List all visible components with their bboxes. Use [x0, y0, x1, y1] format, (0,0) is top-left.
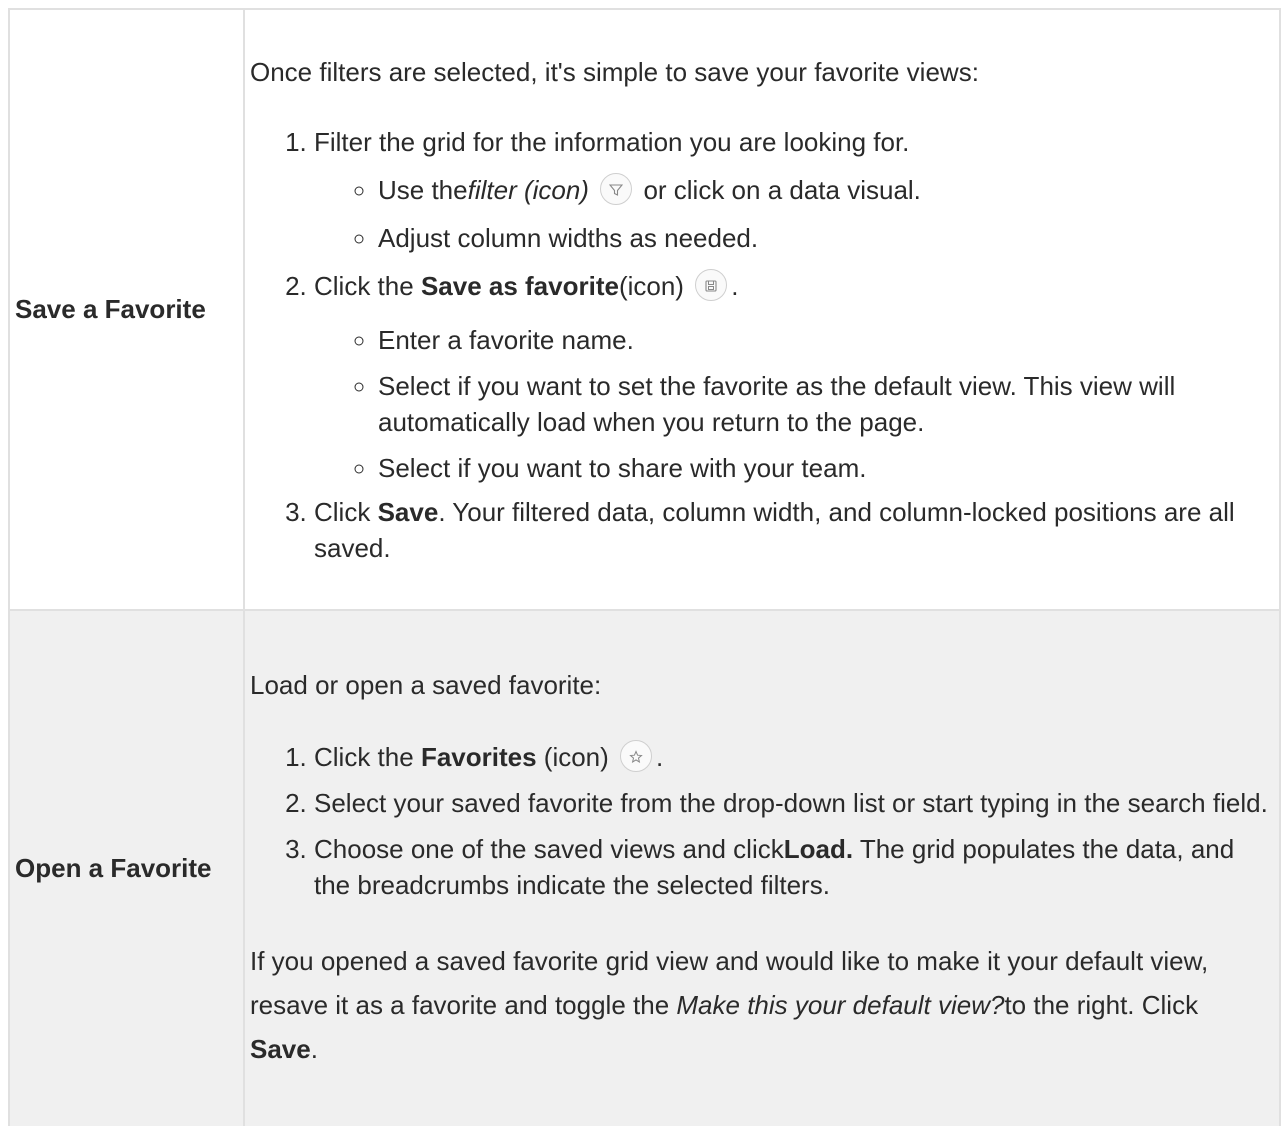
- step-text: (icon): [543, 741, 609, 772]
- step-text: (icon): [618, 270, 684, 301]
- list-item: Click the Favorites (icon) .: [314, 739, 1271, 775]
- step-text: Click the: [314, 270, 414, 301]
- step-text: .: [656, 741, 664, 772]
- list-item: Enter a favorite name.: [378, 322, 1271, 358]
- step-text: Click the: [314, 741, 414, 772]
- favorites-help-table: Save a Favorite Once filters are selecte…: [8, 8, 1281, 1126]
- filter-icon: [600, 172, 633, 205]
- table-row: Save a Favorite Once filters are selecte…: [8, 8, 1281, 611]
- row-label-open-favorite: Open a Favorite: [8, 609, 245, 1126]
- sub-steps-list: Enter a favorite name. Select if you wan…: [314, 322, 1271, 486]
- row-content-open-favorite: Load or open a saved favorite: Click the…: [243, 609, 1281, 1126]
- table-row: Open a Favorite Load or open a saved fav…: [8, 609, 1281, 1126]
- step-text: Click: [314, 496, 371, 527]
- list-item: Select your saved favorite from the drop…: [314, 785, 1271, 821]
- intro-text: Once filters are selected, it's simple t…: [250, 56, 979, 87]
- star-icon: [620, 739, 653, 772]
- outro-text-bold: Save: [250, 1033, 311, 1064]
- row-label-save-favorite: Save a Favorite: [8, 8, 245, 611]
- step-text-italic: filter (icon): [467, 174, 589, 205]
- step-text: .: [731, 270, 739, 301]
- step-text-bold: Load.: [783, 833, 854, 864]
- step-text: or click on a data visual.: [643, 174, 921, 205]
- list-item: Choose one of the saved views and clickL…: [314, 831, 1271, 903]
- list-item: Adjust column widths as needed.: [378, 220, 1271, 256]
- row-content-save-favorite: Once filters are selected, it's simple t…: [243, 8, 1281, 611]
- list-item: Use thefilter (icon) or click on a data …: [378, 172, 1271, 208]
- list-item: Select if you want to share with your te…: [378, 450, 1271, 486]
- outro-text-part: .: [310, 1033, 318, 1064]
- step-text-bold: Save: [377, 496, 439, 527]
- step-text: Filter the grid for the information you …: [314, 126, 910, 157]
- save-icon: [695, 268, 728, 301]
- list-item: Filter the grid for the information you …: [314, 124, 1271, 256]
- steps-list: Filter the grid for the information you …: [250, 124, 1271, 566]
- step-text: . Your filtered data, column width, and …: [314, 496, 1235, 563]
- sub-steps-list: Use thefilter (icon) or click on a data …: [314, 172, 1271, 256]
- step-text-bold: Favorites: [420, 741, 537, 772]
- step-text: Choose one of the saved views and click: [314, 833, 784, 864]
- step-text: Use the: [378, 174, 468, 205]
- list-item: Click the Save as favorite(icon) . Enter…: [314, 268, 1271, 486]
- outro-text-part: to the right. Click: [1004, 989, 1199, 1020]
- outro-text: If you opened a saved favorite grid view…: [250, 939, 1271, 1071]
- list-item: Select if you want to set the favorite a…: [378, 368, 1271, 440]
- outro-text-italic: Make this your default view?: [676, 989, 1005, 1020]
- steps-list: Click the Favorites (icon) . Select your…: [250, 739, 1271, 903]
- intro-text: Load or open a saved favorite:: [250, 669, 602, 700]
- step-text-bold: Save as favorite: [420, 270, 619, 301]
- list-item: Click Save. Your filtered data, column w…: [314, 494, 1271, 566]
